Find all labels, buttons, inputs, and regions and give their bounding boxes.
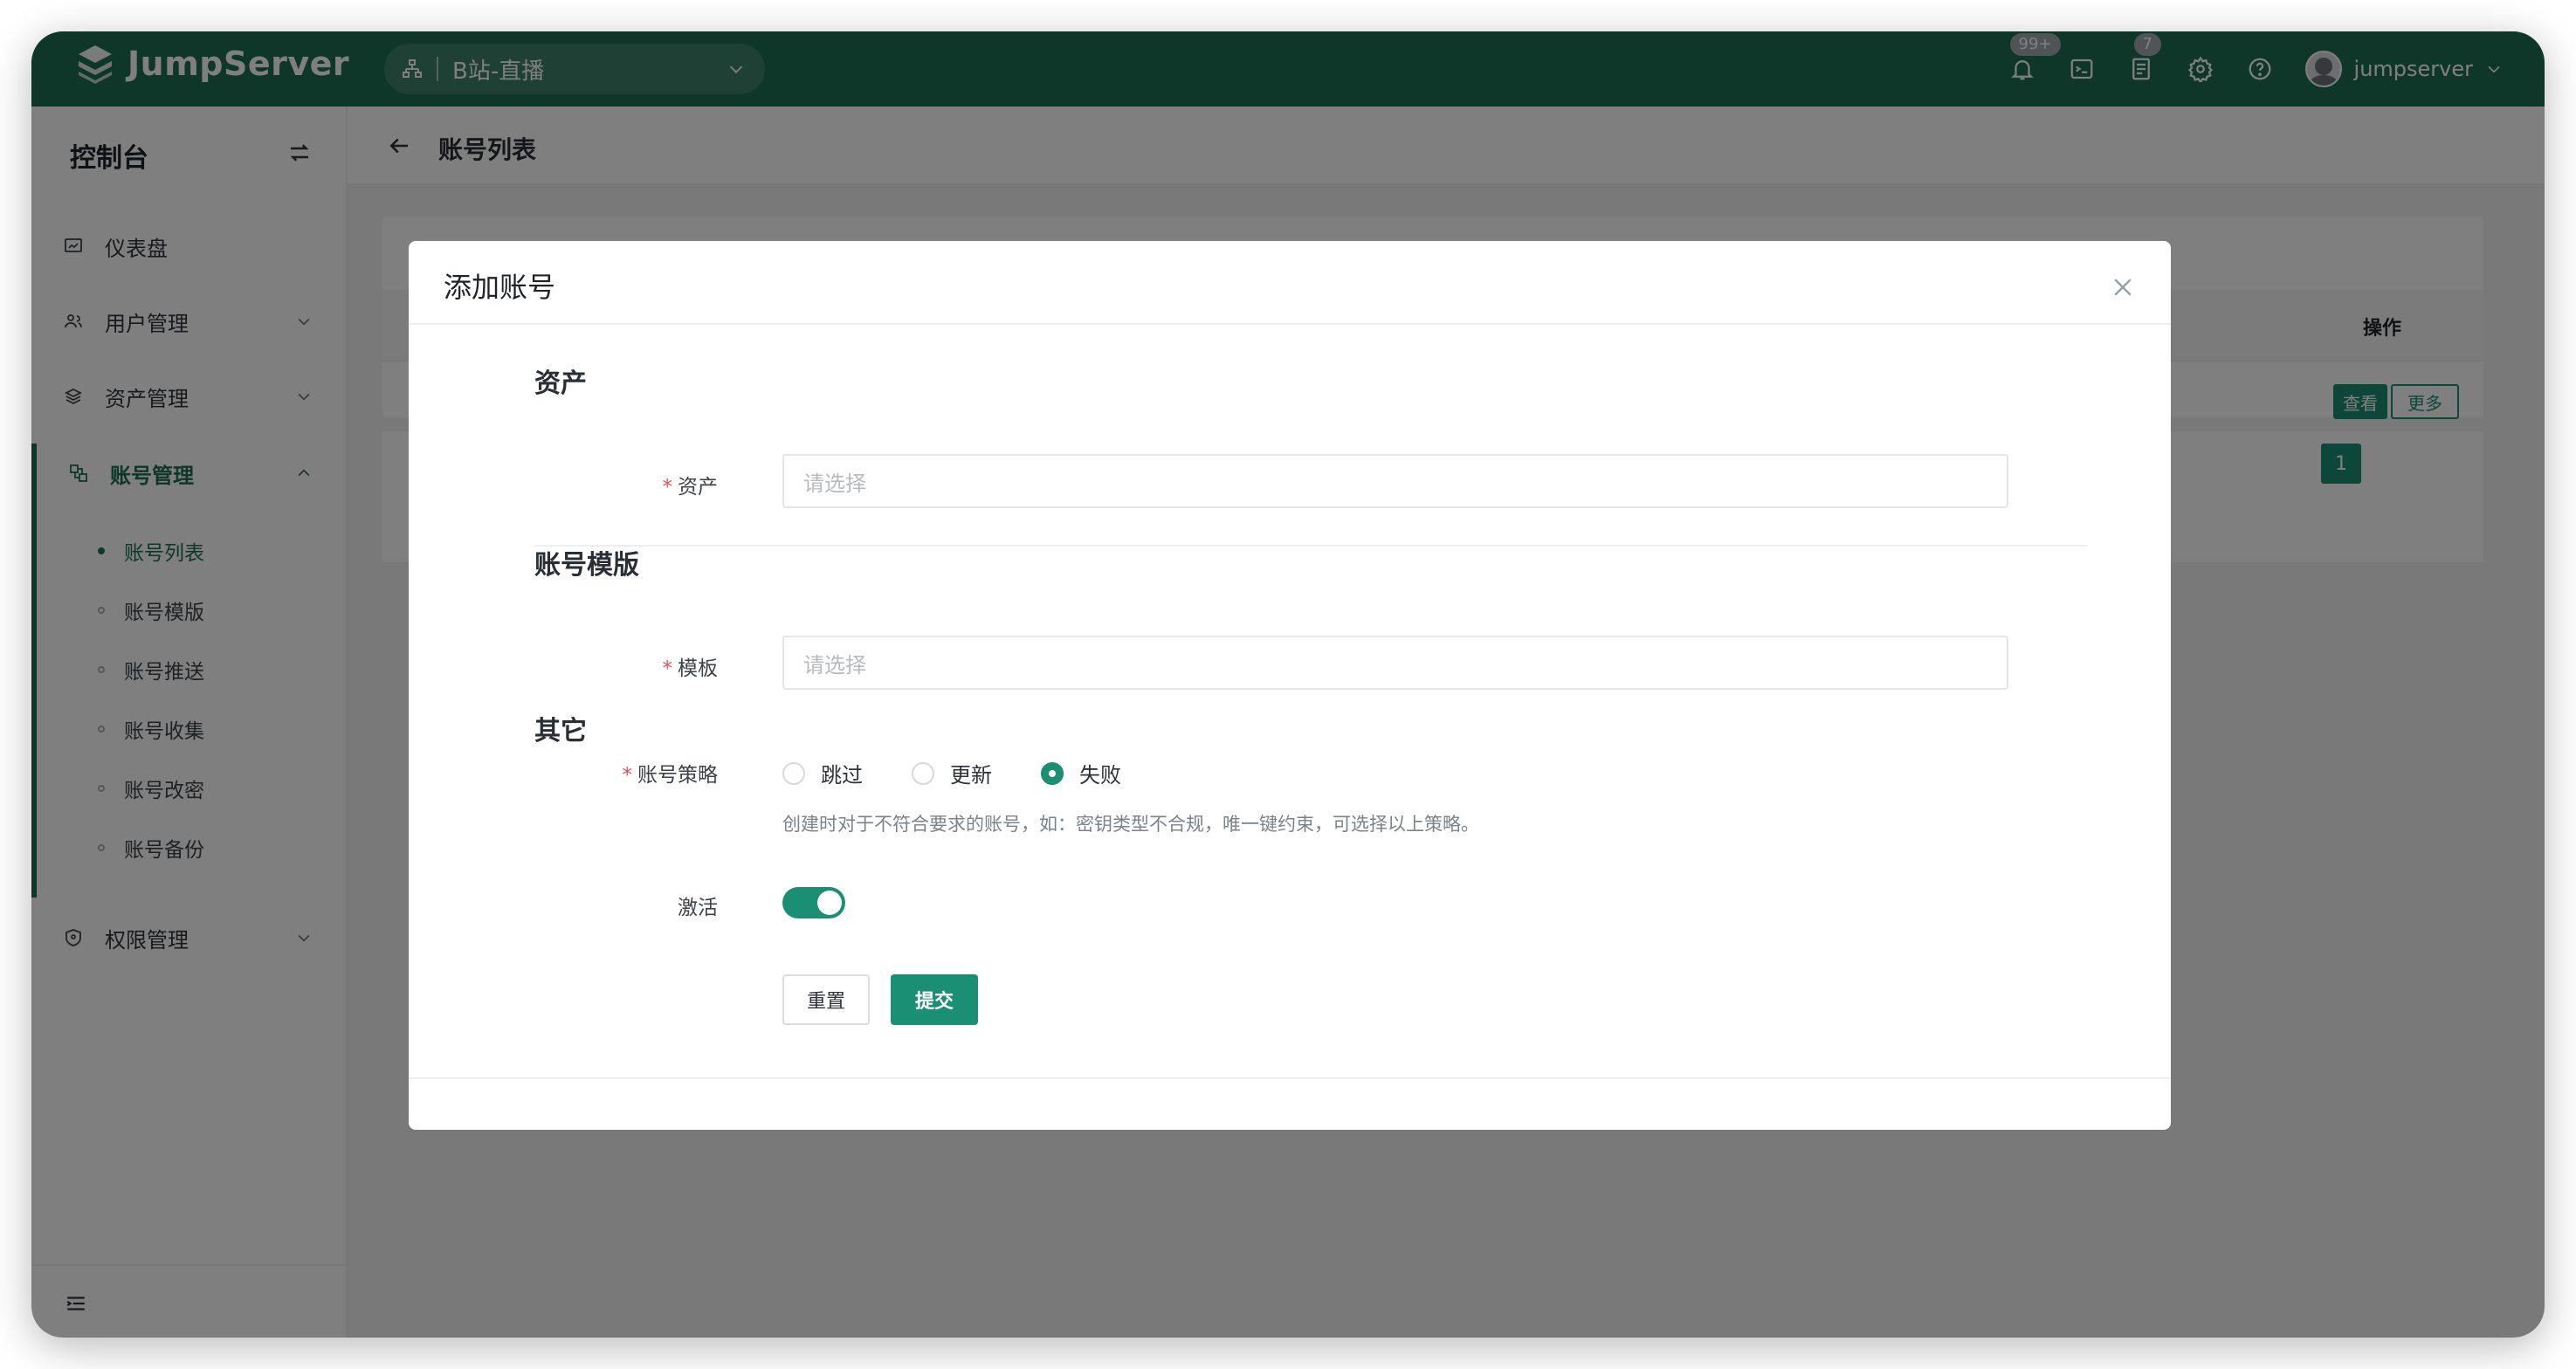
template-select[interactable]: 请选择 [782,636,2008,690]
section-asset-title: 资产 [534,368,587,399]
close-icon[interactable] [2110,274,2136,300]
asset-select[interactable]: 请选择 [782,454,2008,508]
dialog-header: 添加账号 [409,241,2171,325]
policy-option-label: 跳过 [821,763,863,788]
active-toggle[interactable] [782,887,845,918]
submit-button[interactable]: 提交 [891,974,978,1025]
account-policy-help: 创建时对于不符合要求的账号，如：密钥类型不合规，唯一键约束，可选择以上策略。 [782,814,1479,835]
policy-option-label: 更新 [950,763,992,788]
template-placeholder: 请选择 [803,652,866,678]
active-label: 激活 [678,897,718,919]
radio-checked-icon [1041,761,1064,785]
policy-option-label: 失败 [1079,763,1121,788]
template-label: * 模板 [662,657,719,680]
reset-button[interactable]: 重置 [782,974,870,1025]
section-template-title: 账号模版 [534,550,639,581]
radio-circle-icon [912,761,934,785]
asset-placeholder: 请选择 [803,471,866,496]
account-policy-radio-group: 跳过 更新 失败 [782,758,1170,788]
policy-skip-radio[interactable]: 跳过 [782,758,863,788]
account-policy-label: * 账号策略 [622,764,719,787]
add-account-dialog: 添加账号 资产 * 资产 请选择 账号模版 * 模板 请选择 其它 * 账号策略 跳过… [409,241,2171,1130]
radio-circle-icon [782,761,805,785]
section-divider [534,545,2087,547]
app-window: JumpServer B站-直播 99+ 7 [31,31,2545,1338]
section-other-title: 其它 [534,716,587,746]
dialog-title: 添加账号 [444,271,556,304]
policy-fail-radio[interactable]: 失败 [1041,758,1121,788]
policy-update-radio[interactable]: 更新 [912,758,992,788]
dialog-footer-divider [409,1077,2171,1079]
asset-label: * 资产 [662,476,719,499]
